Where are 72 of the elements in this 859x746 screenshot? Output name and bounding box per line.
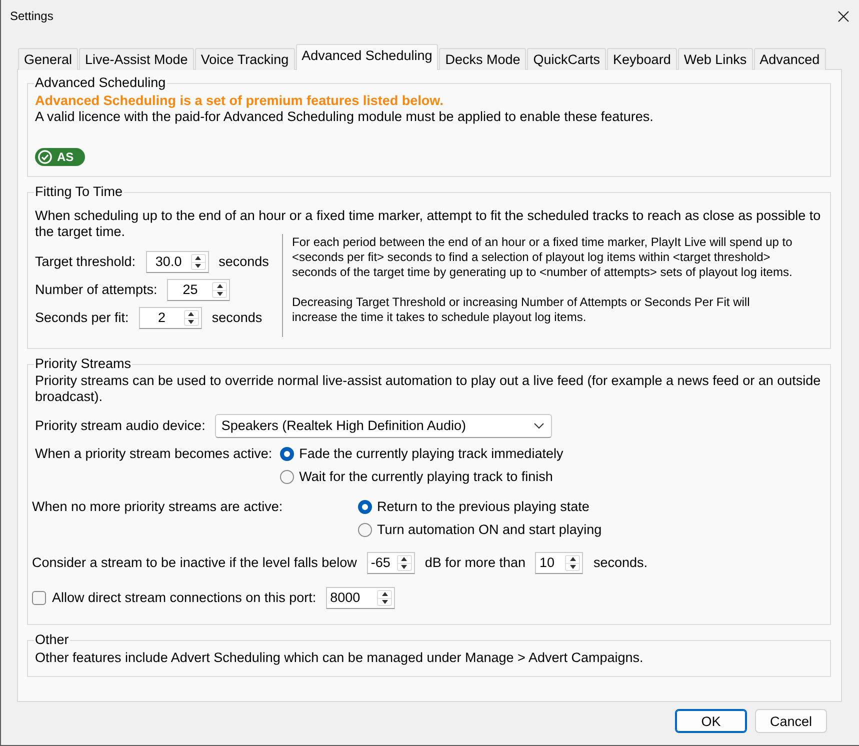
caret-up-icon — [188, 312, 194, 316]
field-label: dB for more than — [424, 555, 526, 571]
premium-headline: Advanced Scheduling is a set of premium features listed below. — [35, 92, 444, 109]
spin-box[interactable]: 2 — [138, 307, 202, 329]
radio-button[interactable] — [358, 500, 372, 514]
chevron-down-icon — [534, 423, 544, 429]
spin-down-button[interactable] — [192, 262, 205, 269]
caret-up-icon — [216, 284, 223, 288]
caret-down-icon — [570, 564, 576, 569]
spin-box[interactable]: 10 — [535, 552, 584, 574]
tab[interactable]: Decks Mode — [439, 48, 526, 70]
field-label: Consider a stream to be inactive if the level falls below — [32, 555, 357, 571]
caret-up-icon — [195, 256, 202, 260]
unit-label: seconds — [212, 310, 262, 326]
field-label: Seconds per fit: — [35, 310, 129, 326]
group-title: Priority Streams — [34, 356, 132, 372]
caret-up-icon — [570, 557, 576, 562]
field-label: When no more priority streams are active: — [32, 498, 284, 515]
spin-down-button[interactable] — [184, 318, 198, 325]
tab[interactable]: Keyboard — [607, 48, 677, 70]
caret-down-icon — [401, 564, 408, 569]
description-text: Other features include Advert Scheduling which can be managed under Manage > Advert Campaigns. — [35, 650, 644, 666]
radio-button[interactable] — [358, 523, 372, 537]
radio-label[interactable]: Fade the currently playing track immediately — [299, 446, 564, 462]
audio-device-dropdown[interactable]: Speakers (Realtek High Definition Audio) — [215, 414, 552, 438]
caret-down-icon — [382, 600, 388, 604]
group-title: Other — [34, 632, 70, 648]
caret-down-icon — [188, 320, 194, 324]
group-title: Fitting To Time — [34, 184, 124, 200]
spin-box[interactable]: 8000 — [326, 587, 396, 609]
spin-down-button[interactable] — [378, 598, 392, 605]
spin-box[interactable]: 30.0 — [146, 251, 209, 273]
help-text: For each period between the end of an hour or a fixed time marker, PlayIt Live will spend up to <seconds per fit> seconds to find a selection of playout log items within <target threshold> seconds of the target time by generating up to <number of attempts> sets of playout log items. — [292, 235, 794, 280]
tab[interactable]: Web Links — [678, 48, 753, 70]
help-text: Decreasing Target Threshold or increasing Number of Attempts or Seconds Per Fit will increase the time it takes to schedule playout log items. — [292, 295, 751, 325]
group-title: Advanced Scheduling — [34, 75, 167, 91]
check-circle-icon — [38, 150, 52, 164]
checkbox-label[interactable]: Allow direct stream connections on this port: — [52, 590, 316, 606]
radio-label[interactable]: Turn automation ON and start playing — [377, 522, 602, 538]
caret-up-icon — [401, 557, 408, 562]
tab[interactable]: Live-Assist Mode — [79, 48, 194, 70]
radio-button[interactable] — [280, 470, 294, 484]
tab[interactable]: General — [18, 48, 78, 70]
ok-button[interactable]: OK — [675, 709, 747, 733]
field-label: When a priority stream becomes active: — [35, 445, 272, 462]
radio-button[interactable] — [280, 447, 294, 461]
field-label: Priority stream audio device: — [35, 418, 206, 434]
radio-label[interactable]: Return to the previous playing state — [377, 499, 590, 515]
spin-down-button[interactable] — [566, 562, 580, 570]
field-label: Number of attempts: — [35, 282, 158, 298]
caret-up-icon — [382, 592, 388, 596]
description-text: Priority streams can be used to override normal live-assist automation to play out a live feed (for example a news feed or an outside broadcast). — [35, 373, 822, 405]
unit-label: seconds — [218, 254, 269, 270]
description-text: A valid licence with the paid-for Advanced Scheduling module must be applied to enable these features. — [35, 109, 654, 125]
close-icon — [838, 10, 848, 22]
tab[interactable]: Voice Tracking — [194, 48, 295, 70]
spin-down-button[interactable] — [398, 562, 411, 570]
radio-label[interactable]: Wait for the currently playing track to finish — [299, 469, 553, 485]
tab[interactable]: Advanced — [754, 48, 826, 70]
field-label: Target threshold: — [35, 254, 136, 270]
module-abbreviation: AS — [57, 150, 74, 164]
tab[interactable]: QuickCarts — [527, 48, 606, 70]
field-label: seconds. — [593, 555, 648, 571]
caret-down-icon — [216, 292, 223, 296]
spin-box[interactable]: -65 — [366, 552, 415, 574]
spin-box[interactable]: 25 — [167, 279, 230, 301]
window-title: Settings — [10, 8, 54, 24]
cancel-button[interactable]: Cancel — [755, 709, 827, 733]
caret-down-icon — [195, 264, 202, 268]
tab[interactable]: Advanced Scheduling — [296, 44, 438, 70]
checkbox[interactable] — [32, 591, 46, 605]
spin-down-button[interactable] — [213, 290, 226, 297]
